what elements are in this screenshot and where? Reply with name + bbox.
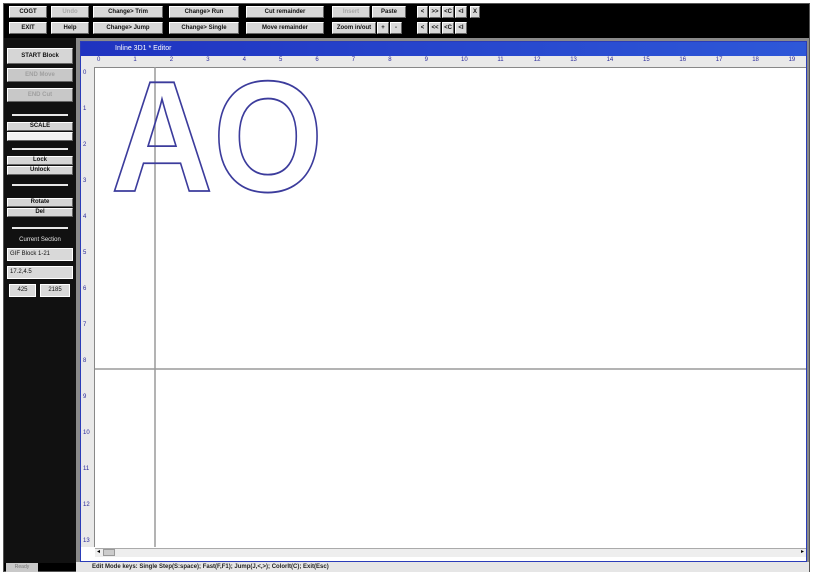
vruler-tick: 7 — [83, 322, 87, 328]
separator — [12, 184, 68, 186]
vruler-tick: 5 — [83, 250, 87, 256]
vruler-tick: 10 — [83, 430, 90, 436]
jump-color-button[interactable]: <C — [442, 6, 454, 18]
left-panel: START Block END Move END Cut SCALE Lock … — [4, 38, 76, 563]
separator — [12, 148, 68, 150]
vruler-tick: 2 — [83, 142, 87, 148]
vruler-tick: 1 — [83, 106, 87, 112]
undo-button[interactable]: Undo — [51, 6, 89, 18]
hruler-tick: 2 — [169, 57, 174, 63]
exit-button[interactable]: EXIT — [9, 22, 47, 34]
row2-back-button[interactable]: < — [417, 22, 428, 34]
editor-window: Inline 3D1 * Editor 0 1 2 3 4 5 6 7 8 9 10 11 12 13 14… — [80, 41, 807, 562]
status-bar: Edit Mode keys: Single Step(S:space); Fa… — [76, 562, 809, 572]
move-remainder-button[interactable]: Move remainder — [246, 22, 324, 34]
section-name-field: GIF Block 1-21 — [7, 248, 73, 261]
insert-button[interactable]: Insert — [332, 6, 370, 18]
step-forward-button[interactable]: >> — [429, 6, 441, 18]
end-cut-button[interactable]: END Cut — [7, 88, 73, 102]
zoom-button[interactable]: Zoom in/out — [332, 22, 376, 34]
vruler-tick: 0 — [83, 70, 87, 76]
ao-outline-letters[interactable]: AO — [110, 48, 324, 226]
hruler-tick: 14 — [606, 57, 614, 63]
cut-remainder-button[interactable]: Cut remainder — [246, 6, 324, 18]
hruler-tick: 15 — [643, 57, 650, 63]
value1-field: 425 — [9, 284, 36, 297]
vruler-tick: 4 — [83, 214, 87, 220]
paste-button[interactable]: Paste — [372, 6, 406, 18]
window-title: Inline 3D1 * Editor — [81, 42, 806, 56]
canvas-svg: AO — [95, 48, 806, 547]
scale-input[interactable] — [7, 132, 73, 141]
change-jump-button[interactable]: Change> Jump — [93, 22, 163, 34]
vertical-ruler: 0 1 2 3 4 5 6 7 8 9 10 11 12 13 — [81, 67, 95, 547]
del-button[interactable]: Del — [7, 208, 73, 217]
hruler-tick: 17 — [715, 57, 723, 63]
hruler-tick: 16 — [679, 57, 687, 63]
row2-insert-button[interactable]: <I — [455, 22, 467, 34]
vruler-tick: 9 — [83, 394, 87, 400]
status-ready: Ready — [6, 563, 38, 572]
change-run-button[interactable]: Change> Run — [169, 6, 239, 18]
hruler-tick: 3 — [206, 57, 210, 63]
change-single-button[interactable]: Change> Single — [169, 22, 239, 34]
vruler-tick: 3 — [83, 178, 87, 184]
design-canvas[interactable]: AO — [95, 48, 806, 547]
coords-field: 17.2,4.5 — [7, 266, 73, 279]
hruler-tick: 11 — [497, 57, 504, 63]
vruler-tick: 8 — [83, 358, 87, 364]
step-back-button[interactable]: < — [417, 6, 428, 18]
vruler-tick: 13 — [83, 538, 90, 544]
end-move-button[interactable]: END Move — [7, 68, 73, 82]
jump-insert-button[interactable]: <I — [455, 6, 467, 18]
value2-field: 2185 — [40, 284, 70, 297]
zoom-in-button[interactable]: + — [377, 22, 389, 34]
hruler-tick: 5 — [279, 57, 283, 63]
hruler-tick: 10 — [461, 57, 468, 63]
hruler-tick: 13 — [570, 57, 577, 63]
vruler-tick: 11 — [83, 466, 90, 472]
scale-button[interactable]: SCALE — [7, 122, 73, 131]
hruler-tick: 8 — [388, 57, 392, 63]
vruler-tick: 12 — [83, 502, 90, 508]
hruler-tick: 1 — [133, 57, 137, 63]
horizontal-scrollbar[interactable]: ◂ ▸ — [95, 548, 806, 557]
hruler-tick: 9 — [424, 57, 428, 63]
hruler-tick: 18 — [752, 57, 759, 63]
separator — [12, 227, 68, 229]
hruler-tick: 19 — [788, 57, 796, 63]
start-block-button[interactable]: START Block — [7, 48, 73, 64]
rotate-button[interactable]: Rotate — [7, 198, 73, 207]
scroll-thumb[interactable] — [103, 549, 115, 556]
hruler-tick: 6 — [315, 57, 319, 63]
toolbar: COGT Undo Change> Trim Change> Run Cut r… — [4, 4, 809, 38]
cogt-button[interactable]: COGT — [9, 6, 47, 18]
hruler-tick: 7 — [351, 57, 356, 63]
vruler-tick: 6 — [83, 286, 87, 292]
scroll-right-icon[interactable]: ▸ — [799, 549, 806, 556]
hruler-tick: 0 — [97, 57, 101, 63]
zoom-out-button[interactable]: - — [390, 22, 402, 34]
close-x-button[interactable]: X — [470, 6, 480, 18]
unlock-button[interactable]: Unlock — [7, 166, 73, 175]
row2-fast-back-button[interactable]: << — [429, 22, 441, 34]
row2-color-button[interactable]: <C — [442, 22, 454, 34]
scroll-left-icon[interactable]: ◂ — [95, 549, 102, 556]
separator — [12, 114, 68, 116]
lock-button[interactable]: Lock — [7, 156, 73, 165]
change-trim-button[interactable]: Change> Trim — [93, 6, 163, 18]
hruler-tick: 12 — [533, 57, 541, 63]
hruler-tick: 4 — [242, 57, 246, 63]
help-button[interactable]: Help — [51, 22, 89, 34]
current-section-label: Current Section — [19, 237, 61, 243]
